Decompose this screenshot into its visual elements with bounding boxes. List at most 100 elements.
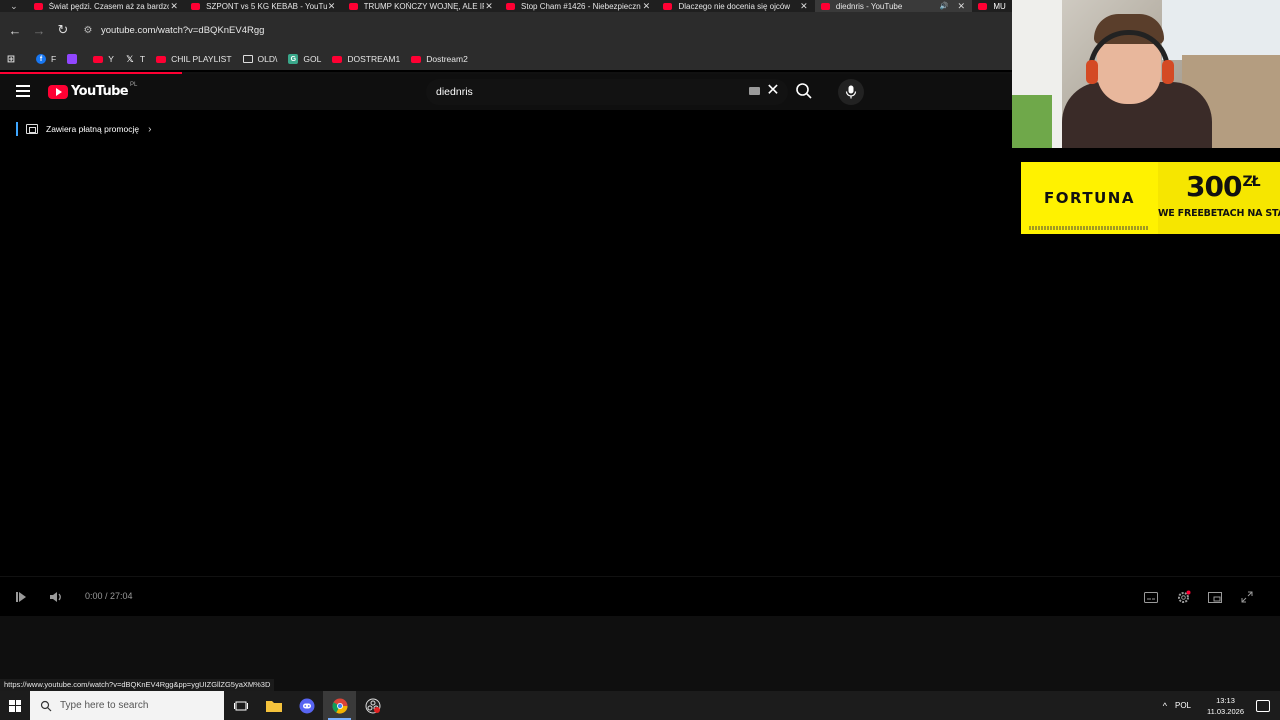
subtitles-icon[interactable] — [1142, 588, 1160, 606]
speaker-icon[interactable]: 🔊 — [940, 2, 949, 10]
windows-taskbar: Type here to search ^ POL 13:13 11.03.20… — [0, 691, 1280, 720]
tab-close-icon[interactable]: ✕ — [799, 1, 809, 12]
input-language[interactable]: POL — [1175, 701, 1191, 710]
tab-search-chevron-icon[interactable]: ⌄ — [0, 0, 28, 12]
browser-tab[interactable]: TRUMP KOŃCZY WOJNĘ, ALE IRAN ✕ — [343, 0, 500, 12]
ad-brand-name: FORTUNA — [1044, 189, 1135, 207]
bookmark-label: Dostream2 — [426, 54, 468, 64]
browser-tab[interactable]: Stop Cham #1426 - Niebezpieczne ✕ — [500, 0, 657, 12]
bookmark-label: Y — [108, 54, 114, 64]
tab-close-icon[interactable]: ✕ — [956, 1, 966, 12]
tab-title: Dlaczego nie docenia się ojców — [678, 1, 791, 11]
clock[interactable]: 13:13 11.03.2026 — [1207, 695, 1244, 717]
apps-grid-icon[interactable]: ⊞ — [6, 54, 21, 65]
bookmark-folder[interactable]: OLD\ — [242, 54, 278, 64]
player-controls: 0:00 / 27:04 — [0, 576, 1280, 616]
bookmark-item[interactable]: G GOL — [288, 54, 321, 64]
clock-time: 13:13 — [1216, 695, 1235, 705]
ad-amount: 300ZŁ — [1186, 170, 1261, 203]
twitch-icon — [67, 54, 78, 64]
browser-toolbar: ← → ↻ ⚙ youtube.com/watch?v=dBQKnEV4Rgg — [0, 12, 1012, 48]
bookmark-item[interactable]: f F — [36, 54, 56, 64]
browser-tab[interactable]: MU — [972, 2, 1012, 11]
youtube-favicon-icon — [820, 2, 830, 10]
bookmark-label: OLD\ — [257, 54, 278, 64]
browser-tab[interactable]: Dlaczego nie docenia się ojców ✕ — [657, 0, 814, 12]
youtube-icon — [332, 55, 343, 63]
bookmark-label: CHIL PLAYLIST — [171, 54, 232, 64]
address-bar[interactable]: ⚙ youtube.com/watch?v=dBQKnEV4Rgg — [81, 19, 1011, 41]
browser-tab-active[interactable]: diednris - YouTube 🔊 ✕ — [814, 0, 973, 12]
ad-tagline: WE FREEBETACH NA STAR — [1158, 208, 1280, 219]
file-explorer-icon[interactable] — [257, 691, 290, 720]
tab-title: TRUMP KOŃCZY WOJNĘ, ALE IRAN — [363, 1, 484, 11]
bookmark-label: GOL — [303, 54, 322, 64]
keyboard-icon[interactable] — [749, 87, 760, 95]
bookmark-item[interactable]: 𝕏 T — [125, 54, 146, 65]
youtube-favicon-icon — [506, 2, 516, 10]
site-info-icon[interactable]: ⚙ — [81, 23, 95, 37]
bookmark-item[interactable]: Y — [93, 54, 114, 64]
taskbar-search-input[interactable]: Type here to search — [30, 691, 224, 720]
task-view-icon[interactable] — [224, 691, 257, 720]
tab-close-icon[interactable]: ✕ — [641, 1, 651, 12]
youtube-favicon-icon — [663, 2, 673, 10]
bookmark-item[interactable]: DOSTREAM1 — [332, 54, 400, 64]
obs-studio-icon[interactable] — [356, 691, 389, 720]
bookmark-item[interactable] — [67, 54, 82, 64]
search-icon — [40, 700, 52, 711]
ad-brand-panel: FORTUNA — [1021, 162, 1158, 234]
paid-promotion-label: Zawiera płatną promocję — [46, 124, 140, 134]
time-display: 0:00 / 27:04 — [85, 591, 133, 601]
clock-date: 11.03.2026 — [1207, 706, 1244, 716]
tab-title: MU — [993, 1, 1006, 11]
folder-icon — [242, 55, 253, 63]
sponsor-ad-banner: FORTUNA 300ZŁ WE FREEBETACH NA STAR — [1021, 162, 1280, 234]
system-tray: ^ POL 13:13 11.03.2026 — [1163, 691, 1280, 720]
discord-icon[interactable] — [290, 691, 323, 720]
voice-search-button[interactable] — [838, 79, 864, 105]
tab-close-icon[interactable]: ✕ — [484, 1, 494, 12]
tab-title: Świat pędzi. Czasem aż za bardzo — [48, 1, 170, 11]
browser-tab[interactable]: SZPONT vs 5 KG KEBAB - YouTube ✕ — [185, 0, 342, 12]
browser-tab[interactable]: Świat pędzi. Czasem aż za bardzo ✕ — [28, 0, 185, 12]
tab-strip: ⌄ Świat pędzi. Czasem aż za bardzo ✕ SZP… — [0, 0, 1012, 12]
tab-title: Stop Cham #1426 - Niebezpieczne — [521, 1, 642, 11]
youtube-icon — [93, 55, 104, 63]
show-hidden-icons-icon[interactable]: ^ — [1163, 701, 1167, 711]
g-icon: G — [288, 54, 299, 64]
youtube-header: YouTube PL diednris ✕ — [0, 74, 1012, 110]
search-icon[interactable] — [795, 82, 813, 100]
tab-close-icon[interactable]: ✕ — [327, 1, 337, 12]
play-icon[interactable] — [12, 588, 30, 606]
tab-title: diednris - YouTube — [835, 1, 903, 11]
bookmark-item[interactable]: CHIL PLAYLIST — [156, 54, 232, 64]
settings-gear-icon[interactable] — [1174, 588, 1192, 606]
notifications-icon[interactable] — [1256, 699, 1270, 712]
miniplayer-icon[interactable] — [1206, 588, 1224, 606]
bookmark-label: F — [51, 54, 57, 64]
bookmark-label: T — [139, 54, 146, 64]
facebook-icon: f — [36, 54, 46, 64]
fullscreen-exit-icon[interactable] — [1238, 588, 1256, 606]
reload-icon[interactable]: ↻ — [51, 18, 75, 42]
tab-close-icon[interactable]: ✕ — [169, 1, 179, 12]
volume-icon[interactable] — [47, 588, 65, 606]
forward-arrow-icon[interactable]: → — [27, 18, 51, 42]
clear-search-icon[interactable]: ✕ — [765, 81, 781, 101]
menu-icon[interactable] — [16, 85, 30, 97]
paid-promotion-badge[interactable]: Zawiera płatną promocję › — [16, 122, 151, 136]
youtube-logo[interactable]: YouTube PL — [48, 81, 138, 99]
chrome-icon[interactable] — [323, 691, 356, 720]
video-player[interactable]: Zawiera płatną promocję › — [0, 110, 1012, 576]
bookmark-item[interactable]: Dostream2 — [411, 54, 468, 64]
bookmarks-bar: ⊞ f F Y 𝕏 T CHIL PLAYLIST OLD\ G GOL DOS… — [0, 48, 1012, 70]
windows-start-icon[interactable] — [0, 691, 30, 720]
youtube-favicon-icon — [191, 2, 201, 10]
back-arrow-icon[interactable]: ← — [3, 18, 27, 42]
ad-offer-panel: 300ZŁ WE FREEBETACH NA STAR — [1158, 162, 1280, 234]
search-input-value: diednris — [436, 86, 473, 98]
country-code: PL — [130, 81, 138, 88]
search-input[interactable]: diednris — [426, 79, 788, 105]
ad-fine-print — [1029, 226, 1149, 230]
